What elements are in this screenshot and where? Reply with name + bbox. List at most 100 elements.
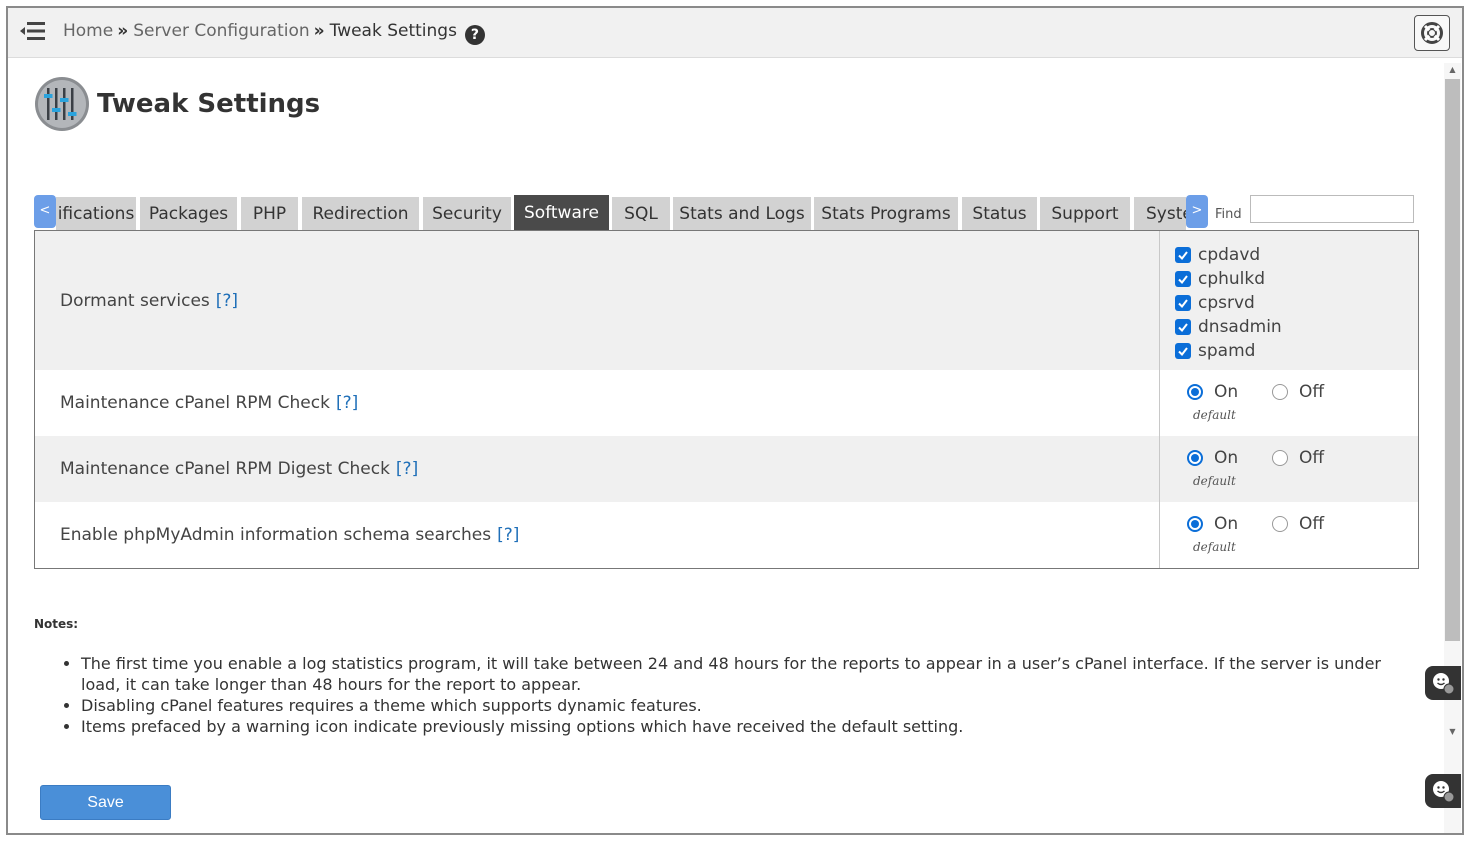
breadcrumb: Home» Server Configuration» Tweak Settings… xyxy=(63,21,485,45)
checkbox[interactable] xyxy=(1175,271,1191,287)
checkbox[interactable] xyxy=(1175,295,1191,311)
setting-help-link[interactable]: [?] xyxy=(216,291,238,311)
find-input[interactable] xyxy=(1250,195,1414,223)
setting-value-cell: On Off default xyxy=(1159,502,1418,568)
setting-label: Dormant services xyxy=(60,290,210,311)
default-note: default xyxy=(1193,474,1236,488)
radio-group: On Off xyxy=(1187,448,1407,468)
checkbox-label: cpsrvd xyxy=(1198,293,1255,313)
lifebuoy-icon xyxy=(1421,22,1443,44)
setting-row-dormant-services: Dormant services [?] cpdavd cphulkd cpsrv… xyxy=(35,231,1418,370)
tab-packages[interactable]: Packages xyxy=(140,197,237,231)
scroll-down-icon[interactable]: ▼ xyxy=(1444,725,1461,739)
vertical-scrollbar[interactable]: ▲ ▼ xyxy=(1444,63,1461,833)
checkbox-item-spamd[interactable]: spamd xyxy=(1175,339,1282,363)
setting-label: Maintenance cPanel RPM Digest Check xyxy=(60,459,390,479)
breadcrumb-current: Tweak Settings xyxy=(329,21,457,41)
checkbox-label: spamd xyxy=(1198,341,1256,361)
radio-button[interactable] xyxy=(1187,384,1203,400)
radio-button[interactable] xyxy=(1272,384,1288,400)
checkbox-item-cpsrvd[interactable]: cpsrvd xyxy=(1175,291,1282,315)
sliders-icon xyxy=(34,76,90,132)
tab-php[interactable]: PHP xyxy=(241,197,298,231)
chat-agent-icon[interactable] xyxy=(1425,774,1461,808)
checkbox-list: cpdavd cphulkd cpsrvd dnsadmin spamd xyxy=(1175,243,1282,363)
checkbox-label: cpdavd xyxy=(1198,245,1261,265)
radio-label: On xyxy=(1214,448,1239,468)
setting-label-cell: Maintenance cPanel RPM Check [?] xyxy=(35,370,1159,436)
checkbox[interactable] xyxy=(1175,247,1191,263)
setting-label-cell: Dormant services [?] xyxy=(35,231,1159,370)
note-item: Items prefaced by a warning icon indicat… xyxy=(81,716,1425,737)
default-note: default xyxy=(1193,408,1236,422)
radio-on[interactable]: On xyxy=(1187,514,1238,534)
setting-row-rpm-digest-check: Maintenance cPanel RPM Digest Check [?] O… xyxy=(35,436,1418,502)
breadcrumb-separator: » xyxy=(313,21,325,41)
tab-system[interactable]: Syste xyxy=(1134,197,1186,231)
notes-heading: Notes: xyxy=(34,617,79,631)
radio-button[interactable] xyxy=(1187,516,1203,532)
radio-on[interactable]: On xyxy=(1187,382,1238,402)
radio-off[interactable]: Off xyxy=(1272,382,1324,402)
tab-scroll-left-button[interactable]: < xyxy=(34,195,56,228)
checkbox-item-cpdavd[interactable]: cpdavd xyxy=(1175,243,1282,267)
note-item: Disabling cPanel features requires a the… xyxy=(81,695,1425,716)
radio-label: On xyxy=(1214,382,1239,402)
checkbox-item-dnsadmin[interactable]: dnsadmin xyxy=(1175,315,1282,339)
tabs-window: ifications Packages PHP Redirection Secu… xyxy=(56,195,1186,231)
radio-label: On xyxy=(1214,514,1239,534)
setting-row-phpmyadmin-schema: Enable phpMyAdmin information schema sea… xyxy=(35,502,1418,568)
radio-group: On Off xyxy=(1187,382,1407,402)
radio-off[interactable]: Off xyxy=(1272,448,1324,468)
breadcrumb-section-link[interactable]: Server Configuration xyxy=(133,21,309,41)
scroll-up-icon[interactable]: ▲ xyxy=(1444,63,1461,77)
tab-security[interactable]: Security xyxy=(423,197,511,231)
radio-label: Off xyxy=(1299,448,1325,468)
checkbox-label: cphulkd xyxy=(1198,269,1266,289)
breadcrumb-separator: » xyxy=(117,21,129,41)
tab-support[interactable]: Support xyxy=(1040,197,1130,231)
setting-row-rpm-check: Maintenance cPanel RPM Check [?] On Off d… xyxy=(35,370,1418,436)
app-window: Home» Server Configuration» Tweak Settings… xyxy=(6,6,1464,835)
radio-on[interactable]: On xyxy=(1187,448,1238,468)
support-button[interactable] xyxy=(1414,15,1450,51)
setting-label-cell: Maintenance cPanel RPM Digest Check [?] xyxy=(35,436,1159,502)
save-button[interactable]: Save xyxy=(40,785,171,820)
radio-off[interactable]: Off xyxy=(1272,514,1324,534)
tab-notifications[interactable]: ifications xyxy=(56,197,136,231)
tab-stats-programs[interactable]: Stats Programs xyxy=(814,197,958,231)
tab-scroll-right-button[interactable]: > xyxy=(1186,195,1208,228)
setting-label-cell: Enable phpMyAdmin information schema sea… xyxy=(35,502,1159,568)
setting-help-link[interactable]: [?] xyxy=(396,459,418,479)
checkbox[interactable] xyxy=(1175,343,1191,359)
tab-redirection[interactable]: Redirection xyxy=(302,197,419,231)
checkbox-item-cphulkd[interactable]: cphulkd xyxy=(1175,267,1282,291)
note-item: The first time you enable a log statisti… xyxy=(81,653,1425,695)
tab-sql[interactable]: SQL xyxy=(612,197,670,231)
setting-label: Enable phpMyAdmin information schema sea… xyxy=(60,525,492,545)
checkbox[interactable] xyxy=(1175,319,1191,335)
page-title: Tweak Settings xyxy=(97,89,321,119)
setting-value-cell: On Off default xyxy=(1159,370,1418,436)
tab-stats-and-logs[interactable]: Stats and Logs xyxy=(673,197,811,231)
setting-help-link[interactable]: [?] xyxy=(336,393,358,413)
radio-label: Off xyxy=(1299,382,1325,402)
setting-help-link[interactable]: [?] xyxy=(497,525,519,545)
radio-group: On Off xyxy=(1187,514,1407,534)
menu-collapse-icon[interactable] xyxy=(18,19,46,43)
default-note: default xyxy=(1193,540,1236,554)
breadcrumb-home-link[interactable]: Home xyxy=(63,21,113,41)
help-circle-icon[interactable]: ? xyxy=(464,25,485,45)
tab-status[interactable]: Status xyxy=(962,197,1037,231)
radio-button[interactable] xyxy=(1272,450,1288,466)
setting-label: Maintenance cPanel RPM Check xyxy=(60,393,330,413)
top-bar: Home» Server Configuration» Tweak Settings… xyxy=(8,8,1462,58)
setting-value-cell: On Off default xyxy=(1159,436,1418,502)
notes-list: The first time you enable a log statisti… xyxy=(60,653,1425,737)
tab-software[interactable]: Software xyxy=(514,195,609,231)
radio-button[interactable] xyxy=(1187,450,1203,466)
radio-button[interactable] xyxy=(1272,516,1288,532)
scroll-thumb[interactable] xyxy=(1445,79,1460,641)
find-label: Find xyxy=(1215,207,1242,222)
chat-agent-icon[interactable] xyxy=(1425,666,1461,700)
